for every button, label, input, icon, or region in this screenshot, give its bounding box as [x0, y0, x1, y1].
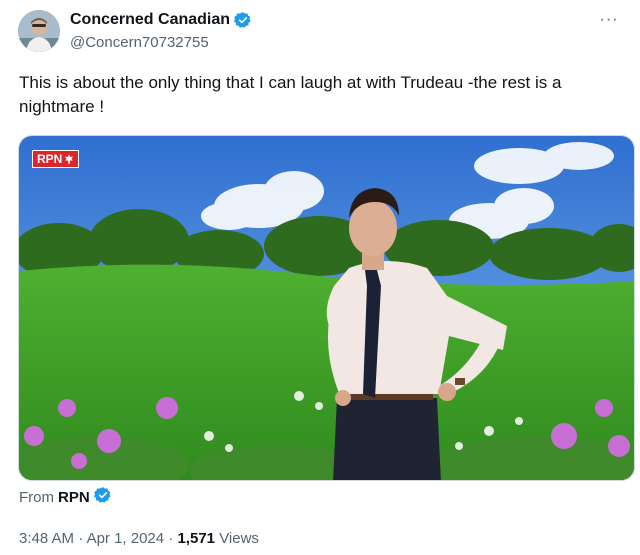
source-name-link[interactable]: RPN — [58, 489, 90, 506]
meta-separator: · — [78, 530, 84, 547]
author-handle[interactable]: @Concern70732755 — [70, 34, 209, 51]
tweet-text: This is about the only thing that I can … — [19, 73, 562, 116]
tweet-video[interactable]: RPN — [18, 135, 635, 481]
views-count: 1,571 — [177, 530, 216, 547]
source-prefix: From — [19, 488, 54, 506]
author-avatar[interactable] — [18, 10, 60, 52]
more-options-button[interactable]: ··· — [598, 10, 620, 30]
tweet-date[interactable]: Apr 1, 2024 — [87, 530, 165, 547]
verified-badge-icon — [234, 11, 252, 29]
maple-leaf-icon — [64, 154, 74, 164]
author-display-name[interactable]: Concerned Canadian — [70, 11, 230, 29]
source-attribution: From RPN — [19, 486, 112, 508]
more-dots-icon: ··· — [599, 11, 619, 28]
views-label: Views — [219, 530, 259, 547]
author-name-row: Concerned Canadian — [70, 11, 252, 29]
meta-separator: · — [168, 530, 174, 547]
verified-badge-icon — [93, 486, 112, 508]
rpn-overlay-text: RPN — [37, 152, 63, 166]
tweet-time[interactable]: 3:48 AM — [19, 530, 74, 547]
rpn-overlay-badge: RPN — [32, 150, 80, 168]
tweet-meta: 3:48 AM · Apr 1, 2024 · 1,571 Views — [19, 530, 259, 547]
